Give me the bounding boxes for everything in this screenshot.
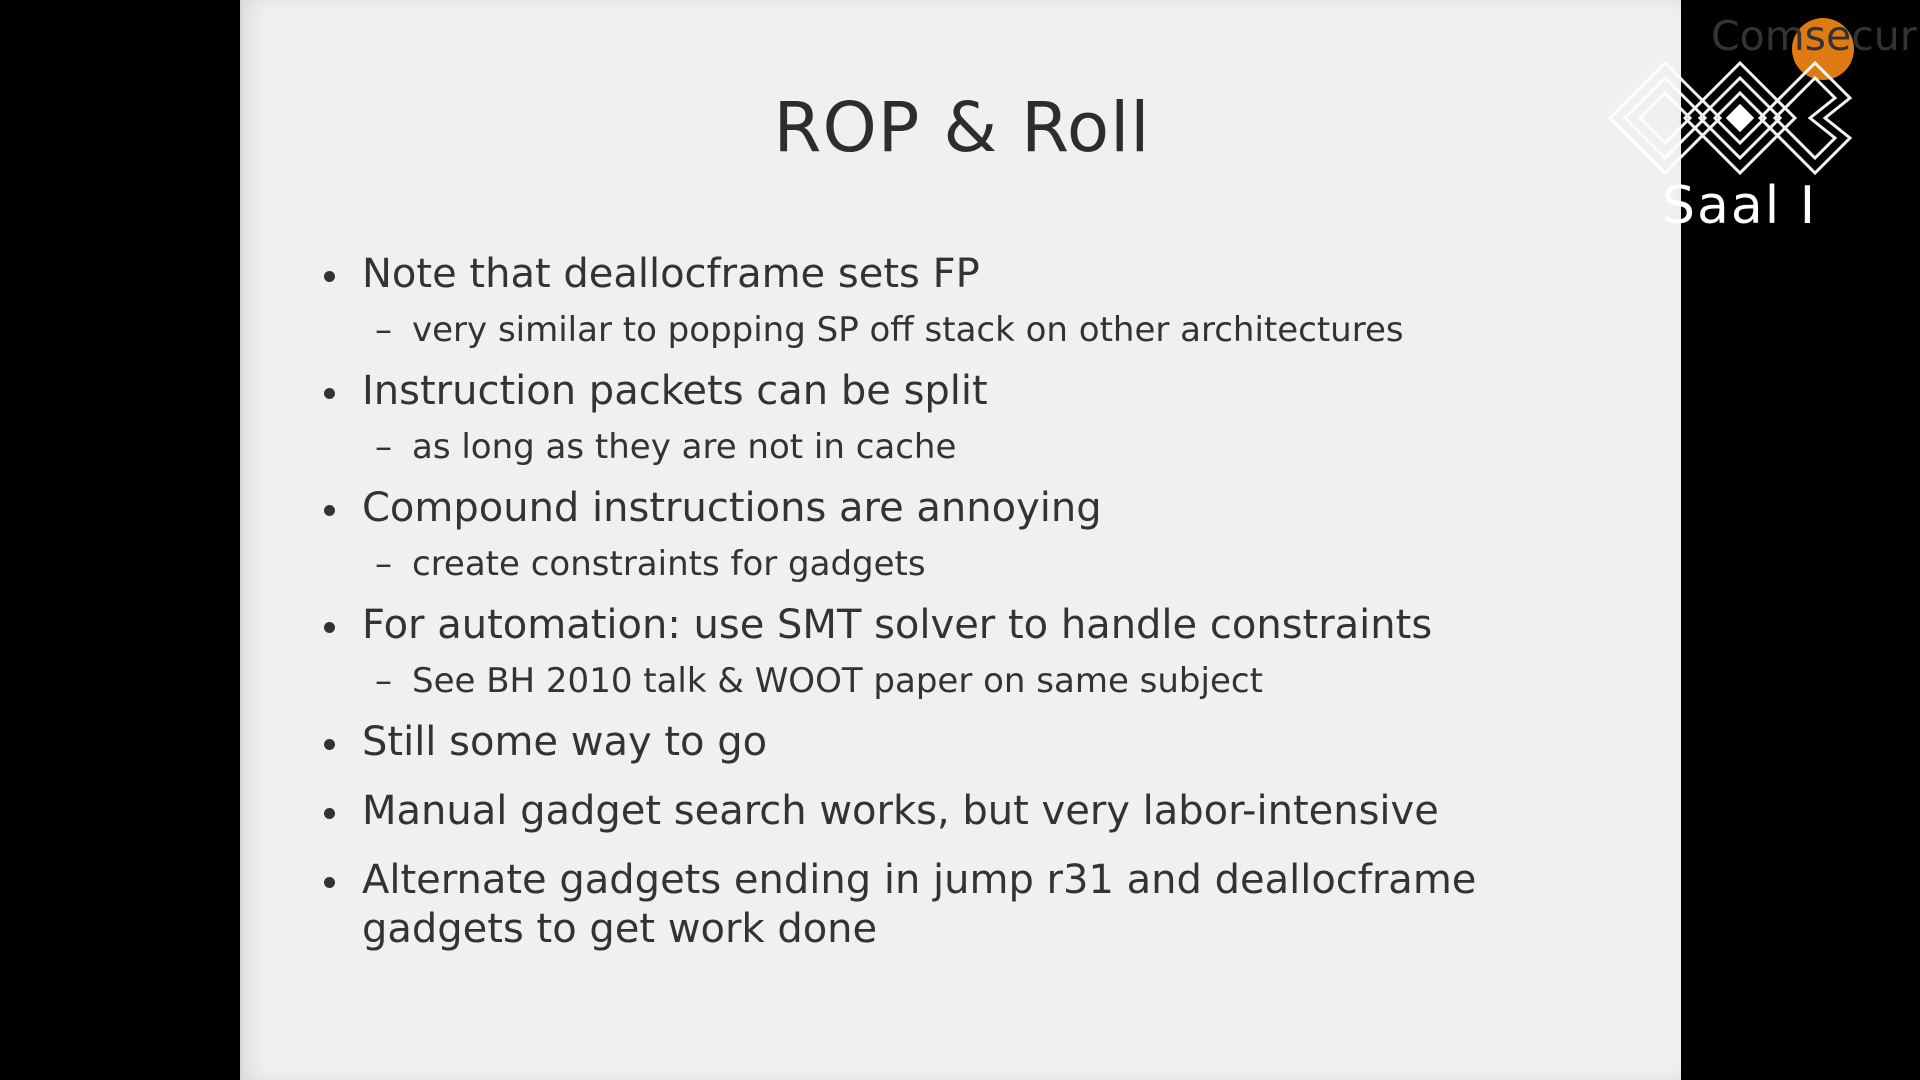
bullet-item: Manual gadget search works, but very lab… <box>320 787 1620 836</box>
sub-bullet-text: See BH 2010 talk & WOOT paper on same su… <box>412 661 1263 701</box>
bullet-text: Still some way to go <box>362 719 768 765</box>
bullet-text: Alternate gadgets ending in jump r31 and… <box>362 857 1477 952</box>
bullet-dot-icon <box>324 877 335 888</box>
bullet-item: Still some way to go <box>320 718 1620 767</box>
dash-icon: – <box>375 661 392 701</box>
bullet-text: Manual gadget search works, but very lab… <box>362 788 1439 834</box>
bullet-dot-icon <box>324 622 335 633</box>
bullet-dot-icon <box>324 388 335 399</box>
bullet-text: Compound instructions are annoying <box>362 485 1102 531</box>
sub-bullet-item: – very similar to popping SP off stack o… <box>320 309 1620 351</box>
sub-bullet-item: – as long as they are not in cache <box>320 426 1620 468</box>
bullet-dot-icon <box>324 271 335 282</box>
bullet-item: Alternate gadgets ending in jump r31 and… <box>320 856 1620 954</box>
bullet-dot-icon <box>324 505 335 516</box>
sub-bullet-text: very similar to popping SP off stack on … <box>412 310 1404 350</box>
bullet-item: Instruction packets can be split <box>320 367 1620 416</box>
dash-icon: – <box>375 427 392 467</box>
bullet-item: Note that deallocframe sets FP <box>320 250 1620 299</box>
bullet-text: Note that deallocframe sets FP <box>362 251 980 297</box>
bullet-dot-icon <box>324 808 335 819</box>
dash-icon: – <box>375 310 392 350</box>
bullet-item: For automation: use SMT solver to handle… <box>320 601 1620 650</box>
sub-bullet-item: – create constraints for gadgets <box>320 543 1620 585</box>
sub-bullet-text: create constraints for gadgets <box>412 544 926 584</box>
bullet-item: Compound instructions are annoying <box>320 484 1620 533</box>
sub-bullet-item: – See BH 2010 talk & WOOT paper on same … <box>320 660 1620 702</box>
slide-title: ROP & Roll <box>773 88 1151 168</box>
bullet-list: Note that deallocframe sets FP – very si… <box>320 250 1620 954</box>
sub-bullet-text: as long as they are not in cache <box>412 427 957 467</box>
dash-icon: – <box>375 544 392 584</box>
bullet-dot-icon <box>324 739 335 750</box>
video-frame: Comsecuris ROP & Roll Note that deallocf… <box>0 0 1920 1080</box>
bullet-text: For automation: use SMT solver to handle… <box>362 602 1433 648</box>
bullet-text: Instruction packets can be split <box>362 368 988 414</box>
room-label: Saal I <box>1662 176 1818 236</box>
